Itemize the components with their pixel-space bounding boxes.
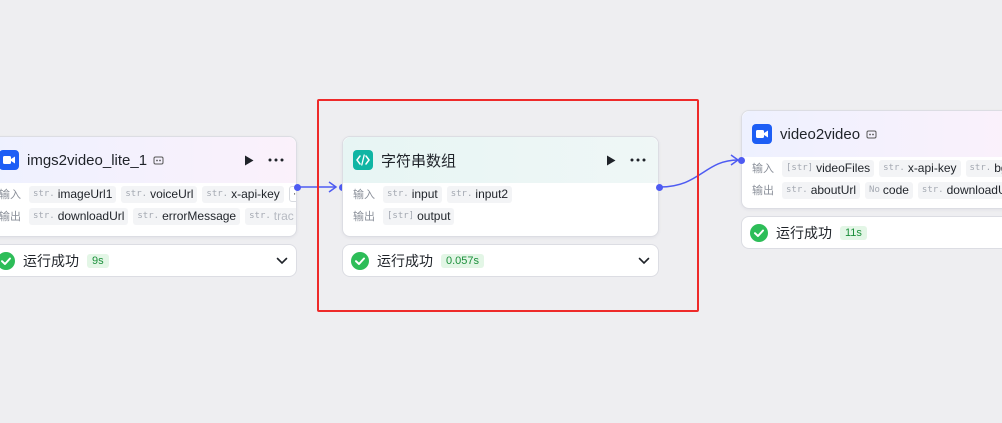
param-chip: str. x-api-key xyxy=(202,185,284,203)
param-chip: str. input xyxy=(383,185,442,203)
param-chip: str. x-api-key xyxy=(879,159,961,177)
run-status-bar[interactable]: 运行成功 0.057s xyxy=(342,244,659,277)
param-chip: str. trac xyxy=(245,207,296,225)
param-chip: [str] output xyxy=(383,207,455,225)
node-header: imgs2video_lite_1 xyxy=(0,137,296,183)
outputs-label: 输出 xyxy=(752,185,774,197)
more-options-icon[interactable] xyxy=(268,158,284,162)
inputs-label: 输入 xyxy=(0,189,21,201)
status-text: 运行成功 xyxy=(377,252,433,269)
param-chip: No code xyxy=(865,181,913,199)
success-check-icon xyxy=(351,251,369,270)
param-chip: str. errorMessage xyxy=(133,207,241,225)
param-chip: str. voiceUrl xyxy=(121,185,198,203)
output-port[interactable] xyxy=(294,184,301,191)
param-chip: str.bgmUrl xyxy=(965,159,1002,177)
plugin-badge-icon xyxy=(153,155,164,166)
outputs-row: 输出 str. downloadUrl str. errorMessage str.… xyxy=(0,205,296,227)
chevron-down-icon[interactable] xyxy=(638,257,650,265)
run-node-button[interactable] xyxy=(244,155,254,166)
node-string-array[interactable]: 字符串数组 输入 str. input str. input2 输出 [str] ou… xyxy=(342,136,659,237)
inputs-label: 输入 xyxy=(353,189,375,201)
node-video2video[interactable]: video2video 输入 [str] videoFiles str. x-api… xyxy=(741,110,1002,209)
run-node-button[interactable] xyxy=(606,155,616,166)
status-text: 运行成功 xyxy=(776,224,832,241)
node-header: 字符串数组 xyxy=(343,137,658,183)
workflow-canvas[interactable]: imgs2video_lite_1 输入 str. imageUrl1 str. v… xyxy=(0,0,1002,423)
run-status-bar[interactable]: 运行成功 9s xyxy=(0,244,297,277)
duration-badge: 9s xyxy=(87,253,109,268)
plugin-badge-icon xyxy=(866,129,877,140)
param-chip: str.downloadUrl xyxy=(29,207,129,225)
duration-badge: 0.057s xyxy=(441,253,485,268)
output-port[interactable] xyxy=(656,184,663,191)
chevron-down-icon[interactable] xyxy=(276,257,288,265)
node-title: video2video xyxy=(780,125,861,143)
video-camera-icon xyxy=(752,124,772,144)
inputs-label: 输入 xyxy=(752,163,774,175)
code-brackets-icon xyxy=(353,150,373,170)
success-check-icon xyxy=(750,223,768,242)
node-header: video2video xyxy=(742,111,1002,157)
param-chip: [str] videoFiles xyxy=(782,159,875,177)
param-chip: str. aboutUrl xyxy=(782,181,861,199)
node-title: imgs2video_lite_1 xyxy=(27,151,148,169)
run-status-bar[interactable]: 运行成功 11s xyxy=(741,216,1002,249)
status-text: 运行成功 xyxy=(23,252,79,269)
input-port[interactable] xyxy=(738,157,745,164)
outputs-row: 输出 str.aboutUrl Nocode str.downloadUrl xyxy=(742,179,1002,201)
outputs-label: 输出 xyxy=(353,211,375,223)
inputs-row: 输入 str. input str. input2 xyxy=(343,183,658,205)
node-title: 字符串数组 xyxy=(381,152,457,170)
connector-node2-node3 xyxy=(659,159,739,188)
node-imgs2video[interactable]: imgs2video_lite_1 输入 str. imageUrl1 str. v… xyxy=(0,136,297,237)
video-camera-icon xyxy=(0,150,19,170)
outputs-row: 输出 [str] output xyxy=(343,205,658,227)
param-chip: str.downloadUrl xyxy=(917,181,1002,199)
success-check-icon xyxy=(0,251,15,270)
inputs-row: 输入 str. imageUrl1 str. voiceUrl str. x-api-… xyxy=(0,183,296,205)
outputs-label: 输出 xyxy=(0,211,21,223)
inputs-row: 输入 [str]videoFiles str.x-api-key str.bgm… xyxy=(742,157,1002,179)
more-options-icon[interactable] xyxy=(630,158,646,162)
param-chip: str. input2 xyxy=(446,185,513,203)
duration-badge: 11s xyxy=(840,225,867,240)
param-chip: str. imageUrl1 xyxy=(29,185,117,203)
